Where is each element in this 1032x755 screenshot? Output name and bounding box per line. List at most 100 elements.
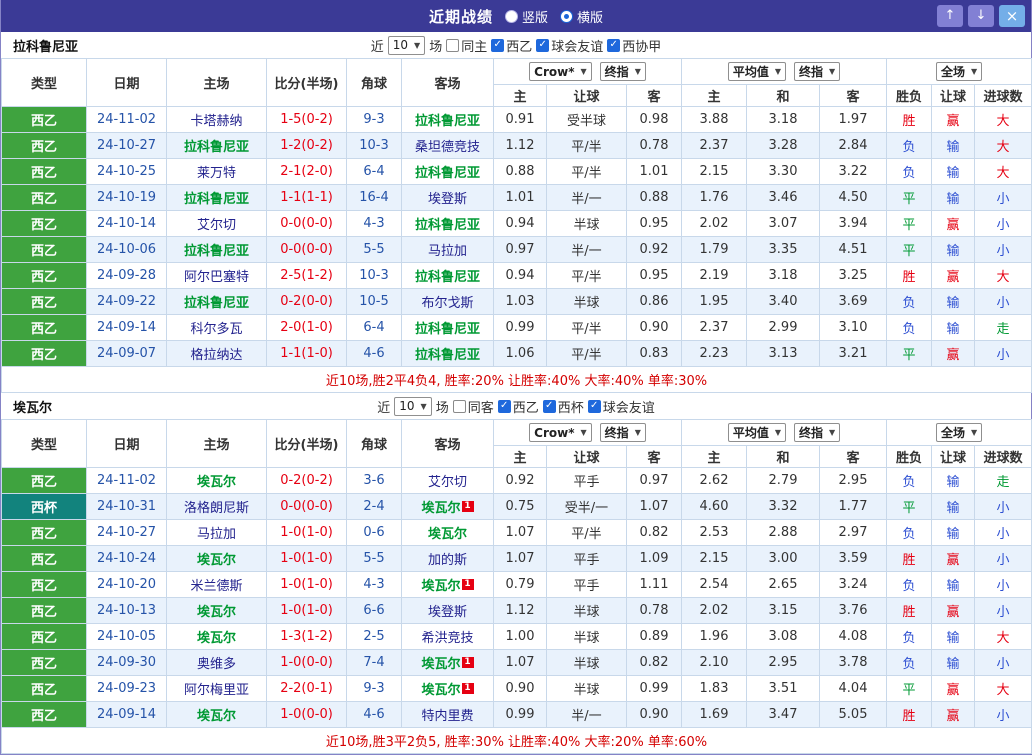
league-filter-2[interactable]: ✓ 球会友谊	[587, 397, 655, 416]
away-team-cell[interactable]: 埃瓦尔 1	[401, 675, 494, 702]
home-team-cell[interactable]: 埃瓦尔	[166, 701, 267, 728]
away-team-cell[interactable]: 艾尔切	[401, 467, 494, 494]
away-team-cell[interactable]: 加的斯	[401, 545, 494, 572]
summary-text: 近10场,胜2平4负4, 胜率:20% 让胜率:40% 大率:40% 单率:30…	[0, 366, 1032, 393]
league-filter-1[interactable]: ✓ 西杯	[542, 397, 584, 416]
home-team-cell[interactable]: 拉科鲁尼亚	[166, 288, 267, 315]
goal-result-cell: 小	[974, 288, 1032, 315]
date-cell: 24-09-14	[86, 701, 167, 728]
home-team-cell[interactable]: 洛格朗尼斯	[166, 493, 267, 520]
handicap-result-cell: 赢	[931, 262, 976, 289]
away-team-cell[interactable]: 拉科鲁尼亚	[401, 106, 494, 133]
bookmaker-select[interactable]: Crow* ▼	[529, 423, 592, 442]
same-venue-filter[interactable]: 同主	[446, 36, 487, 55]
average-select[interactable]: 平均值 ▼	[727, 62, 787, 81]
away-team-cell[interactable]: 拉科鲁尼亚	[401, 314, 494, 341]
match-row: 西杯 24-10-31 洛格朗尼斯 0-0(0-0) 2-4 埃瓦尔 1 0.75 受半/一 1.…	[1, 493, 1032, 520]
corner-cell: 10-5	[346, 288, 402, 315]
checkbox-checked-icon: ✓	[491, 38, 505, 52]
scroll-up-button[interactable]: ↑	[937, 5, 963, 27]
summary-row: 近10场,胜2平4负4, 胜率:20% 让胜率:40% 大率:40% 单率:30…	[0, 366, 1032, 393]
europe-final-odds-select[interactable]: 终指 ▼	[794, 62, 841, 81]
league-filter-1[interactable]: ✓ 球会友谊	[536, 36, 603, 55]
home-team-cell[interactable]: 奥维多	[166, 649, 267, 676]
avg-away-odds-cell: 3.94	[819, 210, 888, 237]
bookmaker-select[interactable]: Crow* ▼	[529, 62, 592, 81]
home-team-cell[interactable]: 科尔多瓦	[166, 314, 267, 341]
home-team-cell[interactable]: 阿尔巴塞特	[166, 262, 267, 289]
away-team-cell[interactable]: 埃登斯	[401, 184, 494, 211]
league-type-cell: 西乙	[1, 288, 87, 315]
handicap-final-odds-select[interactable]: 终指 ▼	[599, 62, 646, 81]
away-team-cell[interactable]: 拉科鲁尼亚	[401, 340, 494, 367]
away-team-cell[interactable]: 马拉加	[401, 236, 494, 263]
goal-result-cell: 小	[974, 236, 1032, 263]
away-team-cell[interactable]: 埃瓦尔	[401, 519, 494, 546]
home-team-cell[interactable]: 莱万特	[166, 158, 267, 185]
avg-away-odds-cell: 3.59	[819, 545, 888, 572]
away-team-cell[interactable]: 埃瓦尔 1	[401, 493, 494, 520]
full-match-select[interactable]: 全场 ▼	[935, 62, 983, 81]
col-header-ah-result: 让球	[931, 445, 976, 468]
home-team-cell[interactable]: 拉科鲁尼亚	[166, 184, 267, 211]
match-row: 西乙 24-09-07 格拉纳达 1-1(1-0) 4-6 拉科鲁尼亚 1.06 平/半 0.8…	[1, 340, 1032, 367]
avg-away-odds-cell: 1.77	[819, 493, 888, 520]
team-name: 拉科鲁尼亚	[13, 39, 79, 55]
date-cell: 24-10-25	[86, 158, 167, 185]
home-team-cell[interactable]: 马拉加	[166, 519, 267, 546]
close-button[interactable]: ×	[999, 5, 1025, 27]
away-team-cell[interactable]: 布尔戈斯	[401, 288, 494, 315]
avg-home-odds-cell: 1.69	[681, 701, 748, 728]
match-count-select[interactable]: 10 ▼	[394, 396, 432, 416]
filter-bar: 埃瓦尔 近 10 ▼ 场 同客 ✓ 西乙 ✓ 西杯 ✓ 球会友谊	[1, 393, 1031, 419]
avg-home-odds-cell: 2.23	[681, 340, 748, 367]
avg-away-odds-cell: 3.69	[819, 288, 888, 315]
handicap-final-odds-select[interactable]: 终指 ▼	[599, 423, 646, 442]
league-filter-0[interactable]: ✓ 西乙	[497, 397, 539, 416]
home-team-cell[interactable]: 卡塔赫纳	[166, 106, 267, 133]
league-type-cell: 西杯	[1, 493, 87, 520]
home-team-cell[interactable]: 埃瓦尔	[166, 545, 267, 572]
match-count-select[interactable]: 10 ▼	[387, 35, 426, 55]
home-team-cell[interactable]: 艾尔切	[166, 210, 267, 237]
result-cell: 负	[886, 314, 933, 341]
away-team-cell[interactable]: 拉科鲁尼亚	[401, 262, 494, 289]
same-venue-filter[interactable]: 同客	[452, 397, 494, 416]
home-team-cell[interactable]: 埃瓦尔	[166, 467, 267, 494]
league-type-cell: 西乙	[1, 467, 87, 494]
layout-radio-horizontal[interactable]: 横版	[560, 7, 603, 26]
score-cell: 1-0(1-0)	[266, 571, 347, 598]
home-team-cell[interactable]: 格拉纳达	[166, 340, 267, 367]
away-team-cell[interactable]: 拉科鲁尼亚	[401, 210, 494, 237]
away-team-cell[interactable]: 桑坦德竞技	[401, 132, 494, 159]
handicap-result-cell: 输	[931, 519, 976, 546]
away-team-cell[interactable]: 希洪竞技	[401, 623, 494, 650]
corner-cell: 6-6	[346, 597, 402, 624]
match-row: 西乙 24-10-13 埃瓦尔 1-0(1-0) 6-6 埃登斯 1.12 半球 0.78 2.0…	[1, 597, 1032, 624]
home-team-cell[interactable]: 米兰德斯	[166, 571, 267, 598]
handicap-result-cell: 输	[931, 314, 976, 341]
full-match-select[interactable]: 全场 ▼	[935, 423, 983, 442]
league-filter-2[interactable]: ✓ 西协甲	[607, 36, 661, 55]
away-team-cell[interactable]: 埃瓦尔 1	[401, 649, 494, 676]
away-team-cell[interactable]: 特内里费	[401, 701, 494, 728]
average-select[interactable]: 平均值 ▼	[727, 423, 787, 442]
layout-radio-vertical[interactable]: 竖版	[504, 7, 548, 26]
handicap-away-odds-cell: 0.88	[625, 184, 683, 211]
home-team-cell[interactable]: 埃瓦尔	[166, 597, 267, 624]
home-team-cell[interactable]: 拉科鲁尼亚	[166, 132, 267, 159]
match-row: 西乙 24-10-27 马拉加 1-0(1-0) 0-6 埃瓦尔 1.07 平/半 0.82 2.…	[1, 519, 1032, 546]
avg-draw-odds-cell: 3.30	[746, 158, 821, 185]
scroll-down-button[interactable]: ↓	[968, 5, 994, 27]
home-team-cell[interactable]: 拉科鲁尼亚	[166, 236, 267, 263]
handicap-line-cell: 半/一	[546, 184, 627, 211]
home-team-cell[interactable]: 阿尔梅里亚	[166, 675, 267, 702]
league-filter-0[interactable]: ✓ 西乙	[491, 36, 532, 55]
handicap-home-odds-cell: 0.99	[493, 314, 547, 341]
europe-final-odds-select[interactable]: 终指 ▼	[794, 423, 841, 442]
home-team-cell[interactable]: 埃瓦尔	[166, 623, 267, 650]
result-cell: 负	[886, 467, 933, 494]
away-team-cell[interactable]: 埃登斯	[401, 597, 494, 624]
away-team-cell[interactable]: 拉科鲁尼亚	[401, 158, 494, 185]
away-team-cell[interactable]: 埃瓦尔 1	[401, 571, 494, 598]
